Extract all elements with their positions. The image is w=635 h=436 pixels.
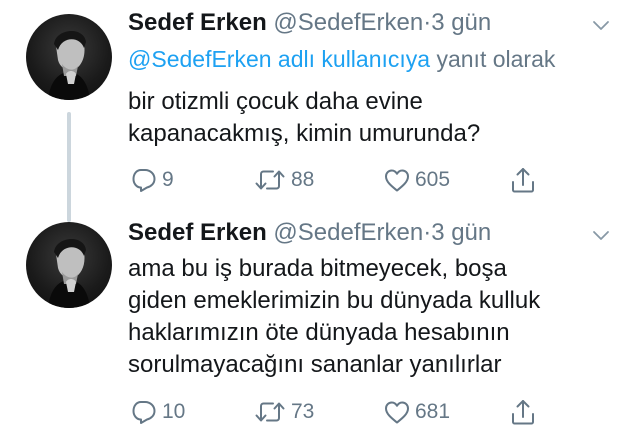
- reply-context: @SedefErken adlı kullanıcıya yanıt olara…: [128, 43, 555, 75]
- reply-count: 10: [162, 400, 186, 423]
- like-button[interactable]: 605: [383, 163, 450, 197]
- tweet-thread: Sedef Erken @SedefErken·3 gün @SedefErke…: [0, 0, 635, 436]
- heart-icon: [385, 401, 409, 424]
- share-icon: [512, 400, 534, 425]
- like-button[interactable]: 681: [383, 395, 450, 429]
- tweet-header: Sedef Erken @SedefErken·3 gün: [128, 6, 491, 40]
- tweet-text-line: haklarımızın öte dünyada hesabının: [128, 319, 510, 346]
- retweet-button[interactable]: 73: [253, 395, 314, 429]
- reply-button[interactable]: 9: [130, 163, 174, 197]
- tweet-text-line: ama bu iş burada bitmeyecek, boşa: [128, 255, 507, 282]
- timestamp[interactable]: 3 gün: [431, 9, 491, 36]
- avatar-photo: [48, 238, 90, 308]
- retweet-count: 73: [291, 400, 315, 423]
- share-icon: [512, 168, 534, 193]
- display-name[interactable]: Sedef Erken: [128, 219, 267, 246]
- share-button[interactable]: [510, 163, 536, 197]
- separator-dot: ·: [423, 9, 432, 36]
- reply-icon: [132, 169, 156, 192]
- retweet-icon: [255, 402, 285, 422]
- reply-button[interactable]: 10: [130, 395, 185, 429]
- chevron-down-icon[interactable]: [592, 16, 610, 34]
- action-bar: 10 73 681: [0, 395, 635, 429]
- tweet-text-line: sorulmayacağını sananlar yanılırlar: [128, 351, 502, 378]
- display-name[interactable]: Sedef Erken: [128, 9, 267, 36]
- chevron-down-icon[interactable]: [592, 226, 610, 244]
- timestamp[interactable]: 3 gün: [431, 219, 491, 246]
- separator-dot: ·: [423, 219, 432, 246]
- like-count: 605: [415, 168, 451, 191]
- tweet[interactable]: Sedef Erken @SedefErken·3 gün ama bu iş …: [0, 212, 635, 436]
- tweet-text: bir otizmli çocuk daha evine kapanacakmı…: [128, 86, 608, 150]
- share-button[interactable]: [510, 395, 536, 429]
- action-bar: 9 88 605: [0, 163, 635, 197]
- avatar-photo: [48, 30, 90, 100]
- reply-suffix: yanıt olarak: [436, 46, 556, 72]
- like-count: 681: [415, 400, 451, 423]
- heart-icon: [385, 169, 409, 192]
- tweet-text-line: kapanacakmış, kimin umurunda?: [128, 120, 481, 147]
- retweet-icon: [255, 170, 285, 190]
- reply-count: 9: [162, 168, 174, 191]
- retweet-button[interactable]: 88: [253, 163, 314, 197]
- tweet-text-line: giden emeklerimizin bu dünyada kulluk: [128, 287, 541, 314]
- user-handle[interactable]: @SedefErken: [273, 219, 423, 246]
- user-handle[interactable]: @SedefErken: [273, 9, 423, 36]
- tweet[interactable]: Sedef Erken @SedefErken·3 gün @SedefErke…: [0, 0, 635, 222]
- tweet-header: Sedef Erken @SedefErken·3 gün: [128, 216, 491, 250]
- avatar[interactable]: [26, 14, 112, 100]
- retweet-count: 88: [291, 168, 315, 191]
- reply-mention-link[interactable]: @SedefErken adlı kullanıcıya: [128, 46, 430, 72]
- tweet-text-line: bir otizmli çocuk daha evine: [128, 88, 423, 115]
- tweet-text: ama bu iş burada bitmeyecek, boşa giden …: [128, 253, 608, 381]
- avatar[interactable]: [26, 222, 112, 308]
- reply-icon: [132, 401, 156, 424]
